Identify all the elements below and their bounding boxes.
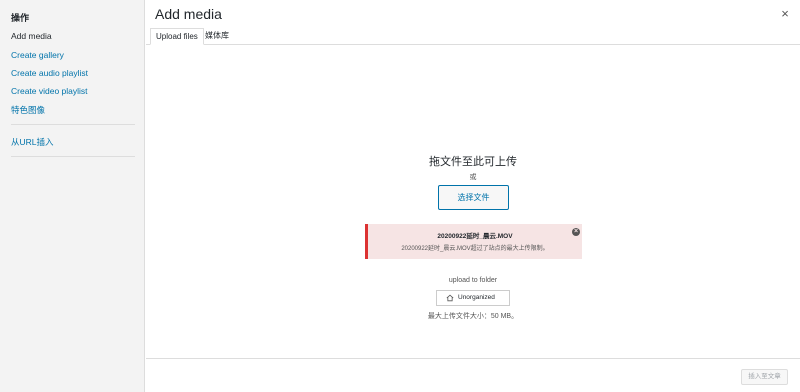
insert-into-post-button[interactable]: 插入至文章 (741, 369, 788, 385)
sidebar-divider (11, 156, 135, 157)
drop-zone-title: 拖文件至此可上传 (429, 156, 517, 168)
upload-error-notice: 20200922延时_晨云.MOV 20200922延时_晨云.MOV超过了站点… (365, 224, 582, 259)
modal-title: Add media (155, 6, 222, 22)
sidebar-item-create-video-playlist[interactable]: Create video playlist (11, 86, 88, 96)
sidebar-item-add-media[interactable]: Add media (11, 31, 52, 41)
sidebar-item-featured-image[interactable]: 特色图像 (11, 104, 45, 116)
upload-folder-value: Unorganized (458, 294, 495, 301)
select-files-button[interactable]: 选择文件 (438, 185, 509, 210)
or-text: 或 (469, 174, 477, 181)
sidebar-item-create-audio-playlist[interactable]: Create audio playlist (11, 68, 88, 78)
close-icon[interactable]: × (779, 7, 791, 21)
upload-folder-select[interactable]: Unorganized (436, 290, 510, 306)
sidebar-divider (11, 124, 135, 125)
tab-media-library[interactable]: 媒体库 (200, 28, 234, 45)
sidebar-item-create-gallery[interactable]: Create gallery (11, 50, 64, 60)
tab-upload-files[interactable]: Upload files (150, 28, 204, 45)
error-filename: 20200922延时_晨云.MOV (437, 233, 513, 240)
media-tabs: Upload files 媒体库 (146, 26, 800, 45)
media-toolbar (146, 358, 800, 392)
upload-folder-label: upload to folder (448, 277, 498, 284)
max-upload-size: 最大上传文件大小：50 MB。 (427, 313, 519, 320)
media-sidebar: 操作 Add media Create gallery Create audio… (0, 0, 145, 392)
close-circle-icon[interactable]: × (572, 228, 580, 236)
home-icon (446, 294, 454, 302)
sidebar-heading: 操作 (11, 13, 30, 23)
sidebar-item-insert-from-url[interactable]: 从URL插入 (11, 136, 54, 148)
error-message: 20200922延时_晨云.MOV超过了站点的最大上传限制。 (401, 246, 549, 252)
